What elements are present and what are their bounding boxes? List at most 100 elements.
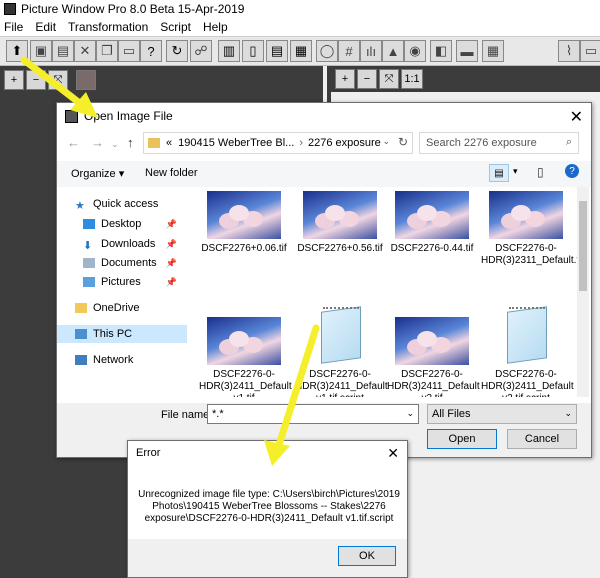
file-name-value: *.*: [212, 408, 224, 420]
menu-file[interactable]: File: [4, 20, 23, 34]
file-item[interactable]: DSCF2276-0-HDR(3)2411_Default v1.tif.scr…: [295, 306, 388, 397]
vertical-scrollbar[interactable]: [577, 187, 589, 397]
print-icon[interactable]: ▤: [52, 40, 74, 62]
file-item[interactable]: DSCF2276-0-HDR(3)2411_Default v2.tif: [387, 317, 480, 397]
view-dropdown-icon[interactable]: ▾: [513, 166, 518, 177]
color-swatch-icon[interactable]: ▬: [456, 40, 478, 62]
graph-icon[interactable]: ⌇: [558, 40, 580, 62]
script-file-icon: [303, 305, 377, 365]
desktop-icon: [83, 219, 95, 229]
forward-icon[interactable]: →: [91, 135, 104, 150]
search-input[interactable]: Search 2276 exposure: [426, 137, 537, 149]
close-icon[interactable]: ✕: [570, 107, 583, 127]
refresh-icon[interactable]: ↻: [398, 135, 408, 149]
sidebar-item-label: Quick access: [93, 198, 159, 210]
file-name: DSCF2276+0.06.tif: [201, 243, 287, 254]
menu-edit[interactable]: Edit: [35, 20, 56, 34]
layout-1-icon[interactable]: ▥: [218, 40, 240, 62]
layout-2-icon[interactable]: ▯: [242, 40, 264, 62]
cancel-button[interactable]: Cancel: [507, 429, 577, 449]
copy-icon[interactable]: ❐: [96, 40, 118, 62]
mouse-icon[interactable]: ◯: [316, 40, 338, 62]
help-icon[interactable]: ?: [565, 164, 579, 178]
navigation-pane: ★ Quick access Desktop 📌 ⬇ Downloads 📌 D…: [57, 191, 187, 399]
zoom-in-icon[interactable]: +: [335, 69, 355, 89]
image-thumbnail: [395, 191, 469, 239]
menu-help[interactable]: Help: [203, 20, 228, 34]
file-item[interactable]: DSCF2276+0.56.tif: [295, 191, 385, 255]
sidebar-item-label: OneDrive: [93, 302, 140, 314]
sidebar-item-documents[interactable]: Documents 📌: [57, 254, 187, 272]
save-icon[interactable]: ▣: [30, 40, 52, 62]
menu-script[interactable]: Script: [160, 20, 191, 34]
sidebar-item-this-pc[interactable]: This PC: [57, 325, 187, 343]
histogram-icon[interactable]: ▲: [382, 40, 404, 62]
file-item[interactable]: DSCF2276-0-HDR(3)2411_Default v2.tif.scr…: [481, 306, 574, 397]
preview-pane-icon[interactable]: ▯: [537, 165, 544, 179]
zoom-fit-icon[interactable]: ⤧: [48, 70, 68, 90]
network-icon: [75, 355, 87, 365]
scrollbar-thumb[interactable]: [579, 201, 587, 291]
view-mode-icon[interactable]: ▤: [489, 164, 509, 182]
open-file-dialog: Open Image File ✕ ← → ⌄ ↑ « 190415 Weber…: [56, 102, 592, 458]
breadcrumb-prefix[interactable]: «: [166, 137, 172, 149]
sidebar-item-label: Documents: [101, 257, 157, 269]
numbers-icon[interactable]: #: [338, 40, 360, 62]
recent-dropdown-icon[interactable]: ⌄: [111, 139, 119, 150]
file-name-input[interactable]: *.* ⌄: [207, 404, 419, 424]
levels-icon[interactable]: ılı: [360, 40, 382, 62]
image-thumbnail: [207, 191, 281, 239]
search-icon: ⌕: [565, 136, 572, 148]
grid-icon[interactable]: ▦: [482, 40, 504, 62]
chevron-down-icon[interactable]: ⌄: [564, 408, 572, 419]
search-box[interactable]: Search 2276 exposure ⌕: [419, 132, 579, 154]
sidebar-item-desktop[interactable]: Desktop 📌: [57, 215, 187, 233]
file-type-select[interactable]: All Files ⌄: [427, 404, 577, 424]
address-bar[interactable]: « 190415 WeberTree Bl... › 2276 exposure…: [143, 132, 413, 154]
open-button[interactable]: Open: [427, 429, 497, 449]
run-icon[interactable]: ☍: [190, 40, 212, 62]
new-folder-button[interactable]: New folder: [145, 167, 198, 179]
layout-4-icon[interactable]: ▦: [290, 40, 312, 62]
file-item[interactable]: DSCF2276+0.06.tif: [199, 191, 289, 255]
mask-icon[interactable]: ◧: [430, 40, 452, 62]
chevron-down-icon[interactable]: ⌄: [406, 408, 414, 419]
open-file-icon[interactable]: ⬆: [6, 40, 28, 62]
close-icon[interactable]: ✕: [387, 445, 399, 462]
sidebar-item-network[interactable]: Network: [57, 351, 187, 369]
address-dropdown-icon[interactable]: ⌄: [382, 136, 390, 147]
sidebar-item-onedrive[interactable]: OneDrive: [57, 299, 187, 317]
layout-3-icon[interactable]: ▤: [266, 40, 288, 62]
file-item[interactable]: DSCF2276-0-HDR(3)2311_Default.tif: [481, 191, 577, 267]
cut-icon[interactable]: ✕: [74, 40, 96, 62]
color-chip-icon[interactable]: [76, 70, 96, 90]
pin-icon: 📌: [165, 238, 177, 249]
breadcrumb-item-parent[interactable]: 190415 WeberTree Bl...: [178, 137, 294, 149]
sidebar-item-quick-access[interactable]: ★ Quick access: [57, 195, 187, 213]
zoom-out-icon[interactable]: −: [357, 69, 377, 89]
sidebar-item-downloads[interactable]: ⬇ Downloads 📌: [57, 235, 187, 253]
monitor-icon[interactable]: ▭: [580, 40, 600, 62]
ok-button[interactable]: OK: [338, 546, 396, 566]
paste-icon[interactable]: ▭: [118, 40, 140, 62]
sidebar-item-pictures[interactable]: Pictures 📌: [57, 273, 187, 291]
file-item[interactable]: DSCF2276-0-HDR(3)2411_Default v1.tif: [199, 317, 292, 397]
error-footer: OK: [128, 539, 407, 577]
up-icon[interactable]: ↑: [127, 135, 134, 150]
zoom-in-icon[interactable]: +: [4, 70, 24, 90]
menu-transformation[interactable]: Transformation: [68, 20, 148, 34]
zoom-fit-icon[interactable]: ⤧: [379, 69, 399, 89]
sidebar-item-label: Network: [93, 354, 134, 366]
dialog-title: Open Image File: [84, 109, 173, 123]
palette-icon[interactable]: ◉: [404, 40, 426, 62]
file-name: DSCF2276-0-HDR(3)2411_Default v1.tif: [199, 369, 292, 397]
breadcrumb-item-current[interactable]: 2276 exposure: [308, 137, 381, 149]
menu-bar: File Edit Transformation Script Help: [0, 18, 600, 36]
refresh-icon[interactable]: ↻: [166, 40, 188, 62]
file-item[interactable]: DSCF2276-0.44.tif: [387, 191, 477, 255]
organize-button[interactable]: Organize ▾: [71, 167, 124, 180]
back-icon[interactable]: ←: [67, 135, 80, 150]
help-icon[interactable]: ?: [140, 40, 162, 62]
zoom-out-icon[interactable]: −: [26, 70, 46, 90]
zoom-actual-icon[interactable]: 1:1: [401, 69, 423, 89]
